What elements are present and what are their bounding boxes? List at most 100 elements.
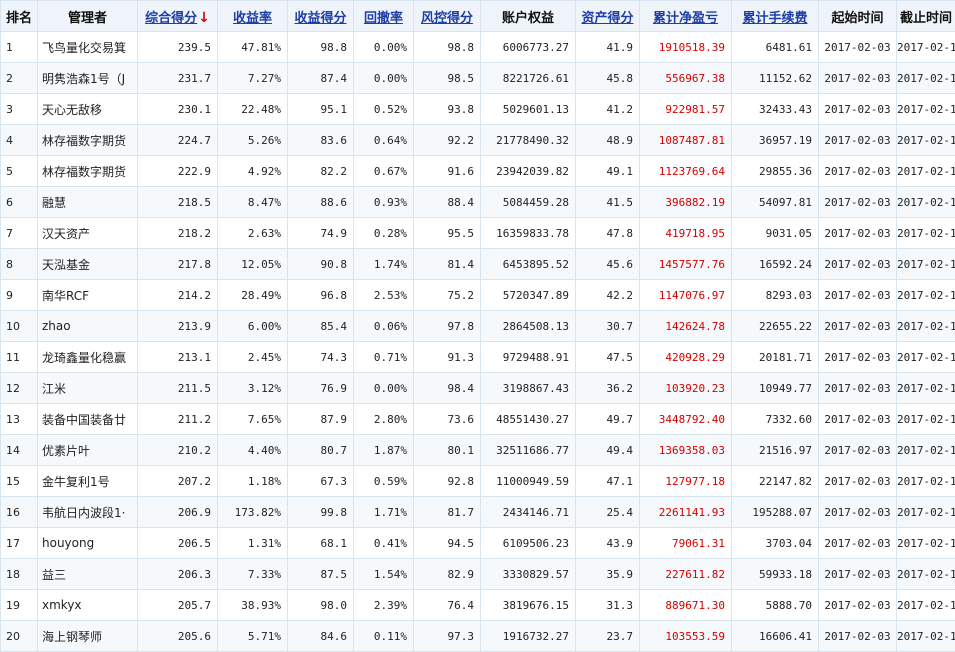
- cell-asset-score: 48.9: [576, 125, 640, 156]
- cell-asset-score: 47.8: [576, 218, 640, 249]
- cell-return-rate: 173.82%: [218, 497, 288, 528]
- table-row: 7汉天资产218.22.63%74.90.28%95.516359833.784…: [1, 218, 955, 249]
- cell-equity: 3330829.57: [481, 559, 576, 590]
- cell-asset-score: 25.4: [576, 497, 640, 528]
- cell-risk-score: 97.8: [414, 311, 481, 342]
- cell-risk-score: 95.5: [414, 218, 481, 249]
- cell-total-score: 218.2: [138, 218, 218, 249]
- cell-risk-score: 98.5: [414, 63, 481, 94]
- cell-drawdown: 0.52%: [354, 94, 414, 125]
- cell-equity: 23942039.82: [481, 156, 576, 187]
- table-row: 4林存福数字期货224.75.26%83.60.64%92.221778490.…: [1, 125, 955, 156]
- cell-return-score: 67.3: [288, 466, 354, 497]
- cell-cum-fee: 21516.97: [732, 435, 819, 466]
- cell-cum-pnl: 420928.29: [640, 342, 732, 373]
- cell-cum-pnl: 1910518.39: [640, 32, 732, 63]
- cell-end-time: 2017-02-16: [897, 32, 955, 63]
- table-row: 8天泓基金217.812.05%90.81.74%81.46453895.524…: [1, 249, 955, 280]
- col-header-asset-score[interactable]: 资产得分: [576, 1, 640, 32]
- col-header-return-rate[interactable]: 收益率: [218, 1, 288, 32]
- col-header-total-score[interactable]: 综合得分↓: [138, 1, 218, 32]
- table-row: 9南华RCF214.228.49%96.82.53%75.25720347.89…: [1, 280, 955, 311]
- cell-rank: 7: [1, 218, 38, 249]
- cell-rank: 3: [1, 94, 38, 125]
- cell-asset-score: 41.5: [576, 187, 640, 218]
- cell-rank: 14: [1, 435, 38, 466]
- cell-cum-fee: 3703.04: [732, 528, 819, 559]
- cell-risk-score: 94.5: [414, 528, 481, 559]
- cell-total-score: 213.1: [138, 342, 218, 373]
- col-header-return-score[interactable]: 收益得分: [288, 1, 354, 32]
- table-body: 1飞鸟量化交易箕239.547.81%98.80.00%98.86006773.…: [1, 32, 955, 652]
- cell-total-score: 218.5: [138, 187, 218, 218]
- ranking-table: 排名 管理者 综合得分↓ 收益率 收益得分 回撤率 风控得分 账户权益 资产得分…: [0, 0, 955, 652]
- cell-end-time: 2017-02-15: [897, 559, 955, 590]
- col-header-cum-pnl[interactable]: 累计净盈亏: [640, 1, 732, 32]
- cell-return-score: 74.3: [288, 342, 354, 373]
- cell-return-rate: 28.49%: [218, 280, 288, 311]
- cell-return-rate: 3.12%: [218, 373, 288, 404]
- cell-rank: 6: [1, 187, 38, 218]
- col-header-drawdown[interactable]: 回撤率: [354, 1, 414, 32]
- cell-manager: zhao: [38, 311, 138, 342]
- cell-total-score: 217.8: [138, 249, 218, 280]
- cell-total-score: 211.5: [138, 373, 218, 404]
- cell-start-time: 2017-02-03: [819, 94, 897, 125]
- cell-return-score: 95.1: [288, 94, 354, 125]
- cell-cum-fee: 7332.60: [732, 404, 819, 435]
- cell-equity: 3819676.15: [481, 590, 576, 621]
- cell-cum-fee: 9031.05: [732, 218, 819, 249]
- cell-equity: 8221726.61: [481, 63, 576, 94]
- cell-asset-score: 49.4: [576, 435, 640, 466]
- cell-cum-pnl: 396882.19: [640, 187, 732, 218]
- cell-start-time: 2017-02-03: [819, 63, 897, 94]
- cell-cum-fee: 5888.70: [732, 590, 819, 621]
- cell-asset-score: 43.9: [576, 528, 640, 559]
- cell-end-time: 2017-02-16: [897, 311, 955, 342]
- cell-total-score: 239.5: [138, 32, 218, 63]
- cell-return-rate: 7.27%: [218, 63, 288, 94]
- table-row: 3天心无敌移230.122.48%95.10.52%93.85029601.13…: [1, 94, 955, 125]
- cell-end-time: 2017-02-16: [897, 249, 955, 280]
- cell-end-time: 2017-02-16: [897, 373, 955, 404]
- cell-equity: 48551430.27: [481, 404, 576, 435]
- table-row: 15金牛复利1号207.21.18%67.30.59%92.811000949.…: [1, 466, 955, 497]
- cell-drawdown: 1.74%: [354, 249, 414, 280]
- col-header-cum-fee[interactable]: 累计手续费: [732, 1, 819, 32]
- cell-asset-score: 31.3: [576, 590, 640, 621]
- cell-cum-fee: 29855.36: [732, 156, 819, 187]
- cell-cum-pnl: 142624.78: [640, 311, 732, 342]
- cell-risk-score: 92.8: [414, 466, 481, 497]
- cell-return-score: 88.6: [288, 187, 354, 218]
- cell-cum-pnl: 79061.31: [640, 528, 732, 559]
- cell-return-score: 87.4: [288, 63, 354, 94]
- cell-total-score: 213.9: [138, 311, 218, 342]
- cell-total-score: 222.9: [138, 156, 218, 187]
- cell-total-score: 224.7: [138, 125, 218, 156]
- cell-total-score: 230.1: [138, 94, 218, 125]
- cell-equity: 5720347.89: [481, 280, 576, 311]
- table-row: 18益三206.37.33%87.51.54%82.93330829.5735.…: [1, 559, 955, 590]
- cell-cum-fee: 20181.71: [732, 342, 819, 373]
- table-row: 13装备中国装备廿211.27.65%87.92.80%73.648551430…: [1, 404, 955, 435]
- cell-rank: 19: [1, 590, 38, 621]
- cell-drawdown: 0.41%: [354, 528, 414, 559]
- cell-return-rate: 22.48%: [218, 94, 288, 125]
- cell-cum-pnl: 1123769.64: [640, 156, 732, 187]
- cell-manager: 天泓基金: [38, 249, 138, 280]
- cell-cum-pnl: 556967.38: [640, 63, 732, 94]
- cell-start-time: 2017-02-03: [819, 528, 897, 559]
- cell-return-score: 83.6: [288, 125, 354, 156]
- cell-end-time: 2017-02-15: [897, 187, 955, 218]
- cell-return-rate: 5.71%: [218, 621, 288, 652]
- cell-cum-pnl: 103920.23: [640, 373, 732, 404]
- table-row: 10zhao213.96.00%85.40.06%97.82864508.133…: [1, 311, 955, 342]
- col-header-risk-score[interactable]: 风控得分: [414, 1, 481, 32]
- cell-end-time: 2017-02-16: [897, 590, 955, 621]
- cell-cum-pnl: 3448792.40: [640, 404, 732, 435]
- cell-return-rate: 1.18%: [218, 466, 288, 497]
- cell-start-time: 2017-02-03: [819, 156, 897, 187]
- cell-start-time: 2017-02-03: [819, 280, 897, 311]
- cell-manager: 龙琦鑫量化稳赢: [38, 342, 138, 373]
- cell-total-score: 205.7: [138, 590, 218, 621]
